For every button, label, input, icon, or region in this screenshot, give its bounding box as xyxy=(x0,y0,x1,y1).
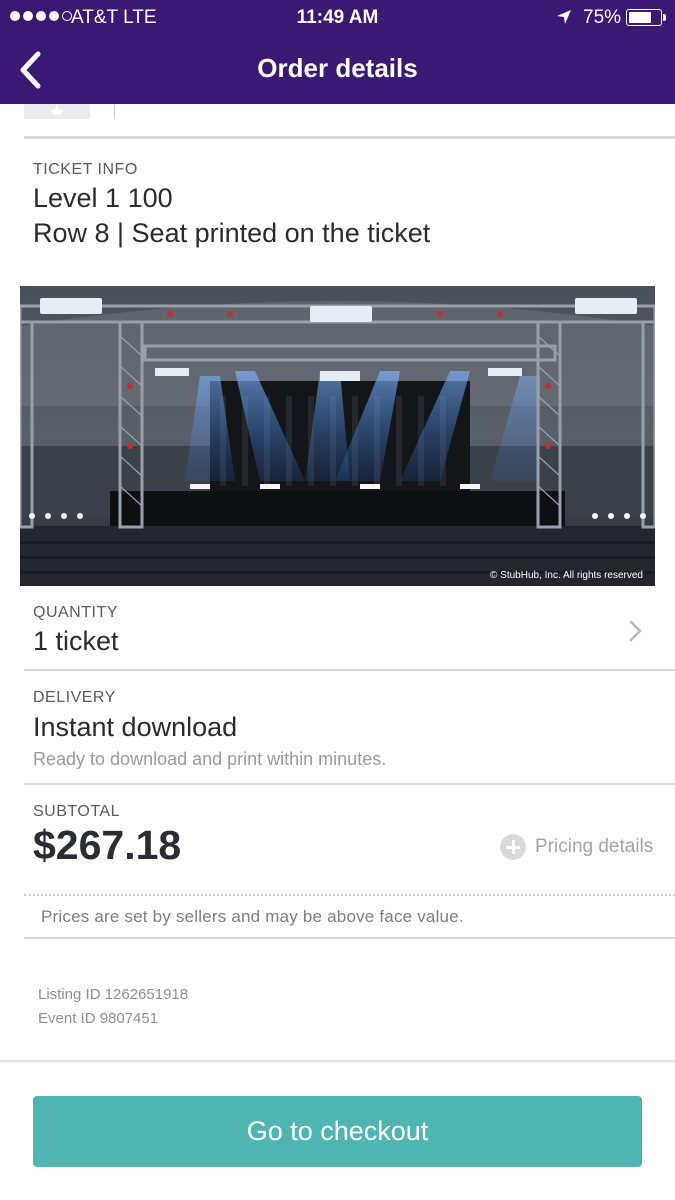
listing-id: Listing ID 1262651918 xyxy=(38,986,189,1003)
event-thumbnail xyxy=(24,104,90,119)
plus-circle-icon xyxy=(500,834,526,860)
status-time: 11:49 AM xyxy=(296,7,379,28)
pricing-details-link[interactable]: Pricing details xyxy=(500,832,653,862)
quantity-value[interactable]: 1 ticket xyxy=(33,626,119,657)
footer-divider xyxy=(0,1060,675,1064)
divider xyxy=(24,783,675,785)
star-icon xyxy=(50,104,64,116)
status-bar: AT&T LTE 11:49 AM 75% xyxy=(0,0,675,36)
pricing-details-label: Pricing details xyxy=(535,836,654,857)
delivery-note: Ready to download and print within minut… xyxy=(33,749,387,769)
delivery-value: Instant download xyxy=(33,712,238,742)
page-title: Order details xyxy=(257,53,418,83)
price-disclaimer: Prices are set by sellers and may be abo… xyxy=(41,907,464,926)
ticket-row-seat: Row 8 | Seat printed on the ticket xyxy=(33,218,431,248)
location-arrow-icon xyxy=(557,10,571,24)
battery-percentage: 75% xyxy=(583,7,622,28)
image-copyright: © StubHub, Inc. All rights reserved xyxy=(490,570,643,581)
subtotal-label: SUBTOTAL xyxy=(33,803,120,820)
ticket-info-label: TICKET INFO xyxy=(33,161,138,178)
stage-illustration xyxy=(20,286,655,586)
subtotal-amount: $267.18 xyxy=(33,822,182,868)
event-id: Event ID 9807451 xyxy=(38,1010,159,1027)
chevron-right-icon[interactable] xyxy=(626,619,644,643)
divider xyxy=(24,669,675,671)
dotted-divider xyxy=(24,894,675,896)
delivery-label: DELIVERY xyxy=(33,689,116,706)
checkout-button[interactable]: Go to checkout xyxy=(33,1096,642,1167)
section-divider xyxy=(24,136,675,139)
ticket-level: Level 1 100 xyxy=(33,183,173,213)
battery-icon xyxy=(626,9,666,26)
quantity-label: QUANTITY xyxy=(33,604,118,621)
header-divider xyxy=(114,104,115,118)
divider xyxy=(24,937,675,939)
navigation-bar: AT&T LTE 11:49 AM 75% Order details xyxy=(0,0,675,104)
seat-view-image: © StubHub, Inc. All rights reserved xyxy=(20,286,655,586)
